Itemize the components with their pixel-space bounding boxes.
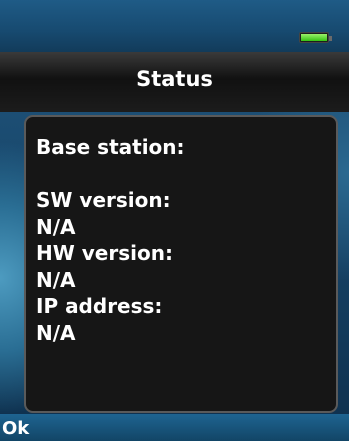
ip-address-value: N/A: [36, 320, 76, 345]
battery-terminal: [329, 36, 332, 41]
status-info-list: Base station: SW version: N/A HW version…: [36, 134, 326, 346]
base-station-label: Base station:: [36, 135, 185, 159]
battery-level: [301, 34, 327, 41]
sw-version-label: SW version:: [36, 188, 171, 212]
page-title: Status: [136, 67, 213, 91]
status-bar: [0, 0, 349, 52]
softkey-bar: Ok: [0, 414, 349, 441]
ok-softkey[interactable]: Ok: [2, 418, 29, 439]
sw-version-value: N/A: [36, 214, 76, 239]
hw-version-label: HW version:: [36, 241, 173, 265]
base-station-value: [36, 161, 326, 188]
ip-address-label: IP address:: [36, 294, 163, 318]
hw-version-value: N/A: [36, 267, 76, 292]
battery-full-icon: [299, 32, 332, 43]
title-bar: Status: [0, 52, 349, 112]
